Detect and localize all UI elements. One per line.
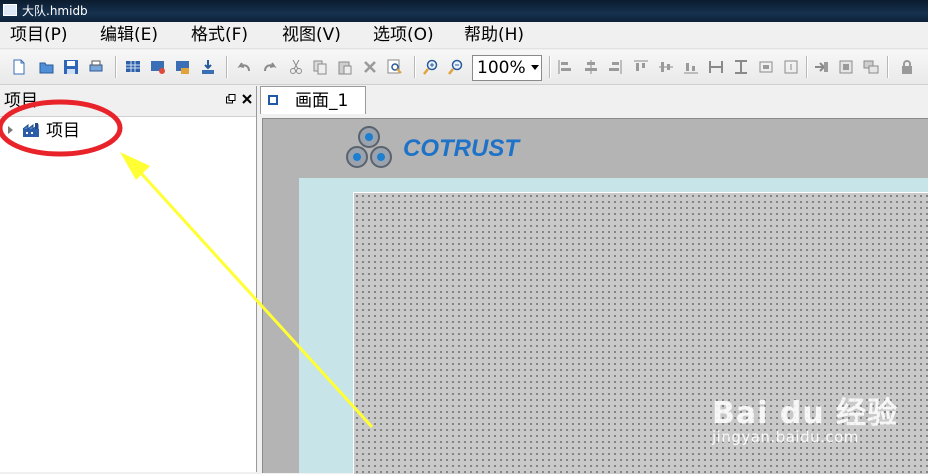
lock-icon[interactable] xyxy=(898,58,916,76)
window-title: 大队.hmidb xyxy=(22,4,88,18)
align-middle-icon[interactable] xyxy=(657,58,675,76)
menu-help[interactable]: 帮助(H) xyxy=(464,24,524,46)
menu-options[interactable]: 选项(O) xyxy=(373,24,434,46)
zoom-value: 100% xyxy=(477,58,526,78)
open-icon[interactable] xyxy=(38,58,56,76)
toolbar-separator xyxy=(806,56,808,78)
copy-icon[interactable] xyxy=(311,58,329,76)
canvas-frame: COTRUST xyxy=(262,118,928,474)
zoom-select[interactable]: 100% xyxy=(472,55,542,81)
align-center-v-icon[interactable] xyxy=(582,58,600,76)
screen-canvas[interactable] xyxy=(353,192,928,474)
send-back-icon[interactable] xyxy=(837,58,855,76)
panel-header: 项目 xyxy=(0,86,256,117)
menu-format[interactable]: 格式(F) xyxy=(191,24,248,46)
new-icon[interactable] xyxy=(10,58,28,76)
menu-project[interactable]: 项目(P) xyxy=(10,24,68,46)
screen-border xyxy=(299,178,928,474)
find-icon[interactable] xyxy=(386,58,404,76)
factory-icon xyxy=(22,122,40,142)
zoom-out-icon[interactable] xyxy=(447,58,465,76)
cotrust-logo-mark-icon xyxy=(346,126,392,168)
center-icon[interactable] xyxy=(782,58,800,76)
group-icon[interactable] xyxy=(862,58,880,76)
download-icon[interactable] xyxy=(199,58,217,76)
same-size-icon[interactable] xyxy=(757,58,775,76)
editor-area: 画面_1 COTRUST xyxy=(258,86,928,474)
menu-edit[interactable]: 编辑(E) xyxy=(100,24,158,46)
align-left-icon[interactable] xyxy=(556,58,574,76)
close-icon[interactable] xyxy=(242,94,252,106)
menu-view[interactable]: 视图(V) xyxy=(282,24,341,46)
logo-text: COTRUST xyxy=(403,135,521,162)
toolbar-separator xyxy=(115,56,117,78)
save-icon[interactable] xyxy=(62,58,80,76)
screen-settings-icon[interactable] xyxy=(149,58,167,76)
cut-icon[interactable] xyxy=(287,58,305,76)
align-top-icon[interactable] xyxy=(632,58,650,76)
chevron-down-icon[interactable] xyxy=(531,65,539,70)
toolbar xyxy=(0,50,928,85)
panel-title: 项目 xyxy=(4,91,38,111)
paste-icon[interactable] xyxy=(336,58,354,76)
screen-grid-icon[interactable] xyxy=(124,58,142,76)
tab-screen-1[interactable]: 画面_1 xyxy=(260,86,366,114)
toolbar-separator xyxy=(414,56,416,78)
align-bottom-icon[interactable] xyxy=(682,58,700,76)
cotrust-logo: COTRUST xyxy=(339,123,539,171)
zoom-in-icon[interactable] xyxy=(422,58,440,76)
tree-item-project[interactable]: 项目 xyxy=(6,120,126,142)
bring-front-icon[interactable] xyxy=(812,58,830,76)
toolbar-separator xyxy=(887,56,889,78)
tree-item-label: 项目 xyxy=(46,121,80,141)
app-icon xyxy=(3,4,17,16)
same-width-icon[interactable] xyxy=(707,58,725,76)
tab-label: 画面_1 xyxy=(295,91,349,111)
undo-icon[interactable] xyxy=(235,58,253,76)
title-bar: 大队.hmidb xyxy=(0,0,928,22)
toolbar-separator xyxy=(549,56,551,78)
screen-export-icon[interactable] xyxy=(174,58,192,76)
project-panel: 项目 项目 xyxy=(0,86,257,472)
toolbar-separator xyxy=(226,56,228,78)
align-right-icon[interactable] xyxy=(606,58,624,76)
restore-icon[interactable] xyxy=(226,94,236,106)
print-icon[interactable] xyxy=(87,58,105,76)
same-height-icon[interactable] xyxy=(732,58,750,76)
screen-icon xyxy=(268,95,278,105)
delete-icon[interactable] xyxy=(361,58,379,76)
expand-icon[interactable] xyxy=(8,126,13,134)
menu-bar: 项目(P) 编辑(E) 格式(F) 视图(V) 选项(O) 帮助(H) xyxy=(0,22,928,49)
redo-icon[interactable] xyxy=(261,58,279,76)
